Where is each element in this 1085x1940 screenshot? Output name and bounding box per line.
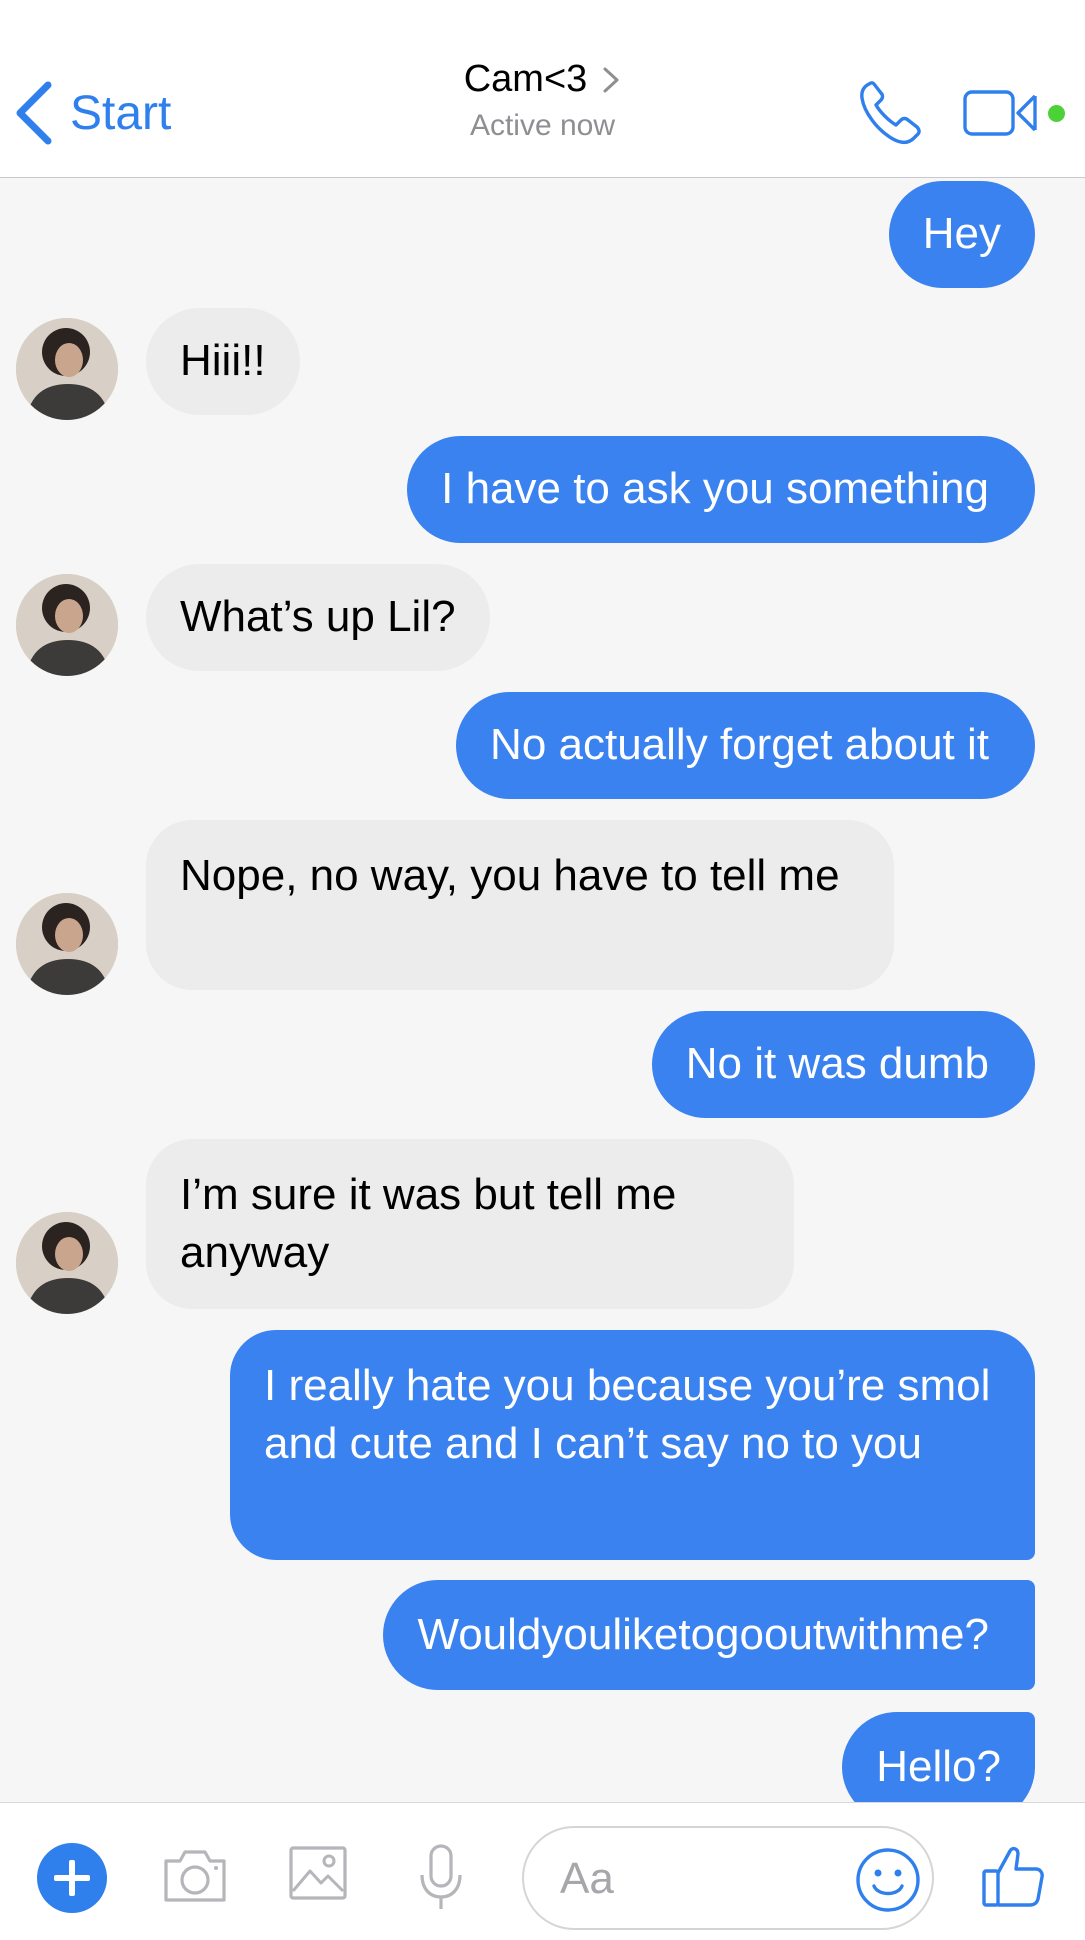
incoming-message[interactable]: What’s up Lil? [146,564,490,671]
incoming-message[interactable]: Nope, no way, you have to tell me [146,820,894,990]
conversation-header: Start Cam<3 Active now [0,0,1085,178]
contact-photo [16,574,118,676]
microphone-icon[interactable] [416,1843,466,1913]
avatar[interactable] [16,574,118,676]
incoming-message[interactable]: Hiii!! [146,308,300,415]
contact-photo [16,893,118,995]
avatar[interactable] [16,1212,118,1314]
thumbs-up-icon[interactable] [980,1843,1046,1909]
outgoing-message[interactable]: I have to ask you something [407,436,1035,543]
phone-icon[interactable] [855,78,925,148]
camera-icon[interactable] [160,1845,230,1905]
message-input-placeholder: Aa [560,1854,614,1903]
contact-photo [16,1212,118,1314]
avatar[interactable] [16,318,118,420]
plus-icon[interactable] [37,1843,107,1913]
image-icon[interactable] [288,1845,348,1901]
contact-photo [16,318,118,420]
outgoing-message[interactable]: No actually forget about it [456,692,1035,799]
message-input[interactable]: Aa [522,1826,934,1930]
avatar[interactable] [16,893,118,995]
outgoing-message[interactable]: Hey [888,181,1035,288]
message-list[interactable]: Hey Hiii!! I have to ask you something W… [0,178,1085,1802]
emoji-icon[interactable] [854,1846,922,1914]
outgoing-message[interactable]: Wouldyouliketogooutwithme? [383,1580,1035,1690]
outgoing-message[interactable]: No it was dumb [651,1011,1035,1118]
composer-bar: Aa [0,1802,1085,1940]
outgoing-message[interactable]: Hello? [842,1712,1035,1802]
chevron-right-icon [603,67,619,92]
outgoing-message[interactable]: I really hate you because you’re smol an… [230,1330,1035,1560]
incoming-message[interactable]: I’m sure it was but tell me anyway [146,1139,794,1309]
online-indicator [1048,105,1065,122]
contact-name: Cam<3 [463,58,588,100]
video-camera-icon[interactable] [962,88,1042,138]
